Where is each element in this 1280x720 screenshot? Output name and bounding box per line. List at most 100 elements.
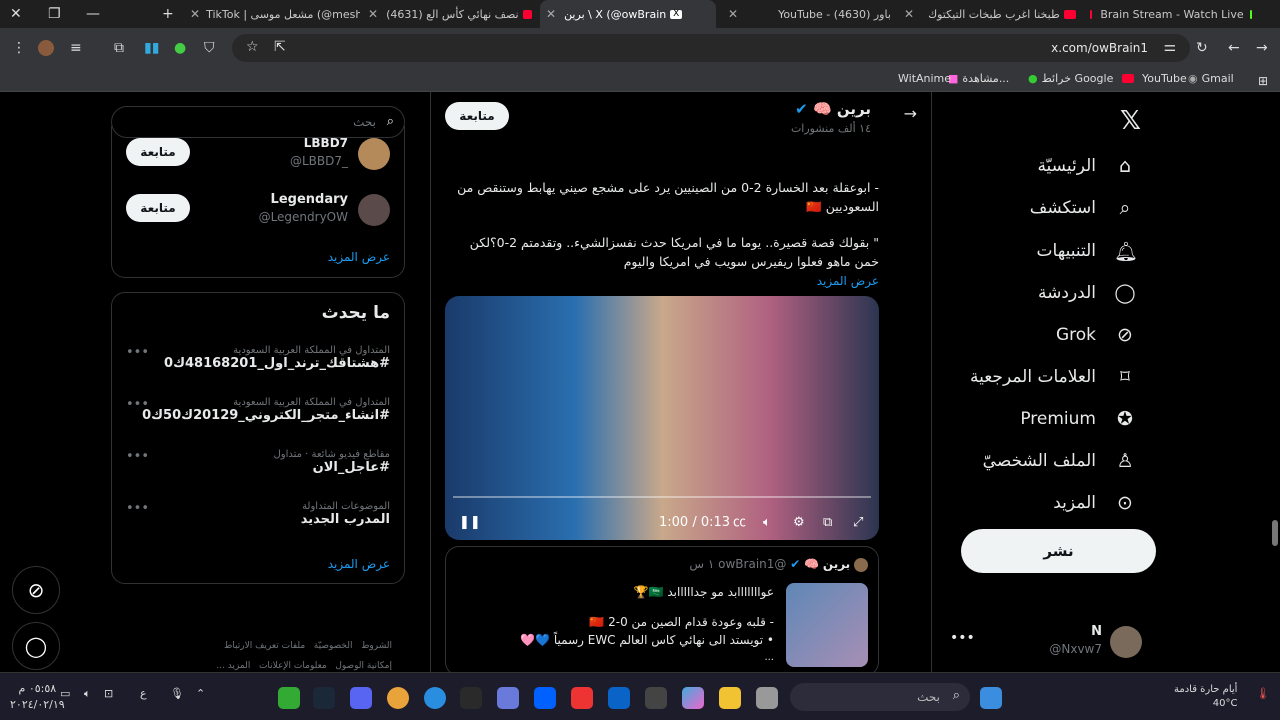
network-icon[interactable]: ⊡ — [104, 687, 113, 700]
tab-youtube-3[interactable]: ✕ طبخنا اغرب طبخات التيكتوك — [904, 0, 1084, 28]
menu-dots-icon[interactable]: ⋮ — [12, 38, 26, 58]
more-dots-icon[interactable]: ••• — [950, 630, 975, 646]
follow-button[interactable]: متابعة — [445, 102, 509, 130]
nav-bookmarks[interactable]: العلامات المرجعية ⌑ — [970, 362, 1136, 392]
scrollbar[interactable] — [1272, 100, 1278, 670]
profile-avatar-icon[interactable] — [38, 40, 54, 56]
show-more-link[interactable]: عرض المزيد — [817, 274, 879, 288]
captions-icon[interactable]: ㏄ — [733, 511, 746, 530]
restore-window-icon[interactable]: ❐ — [48, 4, 61, 24]
volume-icon[interactable]: 🔈︎ — [763, 515, 771, 530]
back-icon[interactable]: ← — [1228, 38, 1240, 58]
tab-close-icon[interactable]: ✕ — [546, 7, 556, 21]
tab-close-icon[interactable]: ✕ — [904, 7, 914, 21]
more-dots-icon[interactable]: ••• — [126, 397, 149, 412]
extension-icon[interactable]: ▮▮ — [144, 38, 159, 58]
apps-grid-icon[interactable]: ⊞ — [1258, 71, 1268, 91]
nav-notifications[interactable]: التنبيهات 🔔︎ — [1037, 236, 1139, 266]
quoted-tweet[interactable]: برين 🧠 ✔ @owBrain1 ١ س عوااااااابد مو جد… — [445, 546, 879, 672]
nav-profile[interactable]: الملف الشخصيّ ♙ — [983, 446, 1136, 476]
edge-icon[interactable] — [424, 687, 446, 709]
file-explorer-icon[interactable] — [719, 687, 741, 709]
forward-icon[interactable]: → — [1256, 38, 1268, 58]
tab-close-icon[interactable]: ✕ — [728, 7, 738, 21]
more-dots-icon[interactable]: ••• — [126, 345, 149, 360]
app-icon[interactable] — [497, 687, 519, 709]
chevron-up-icon[interactable]: ⌃ — [196, 687, 205, 700]
video-player[interactable]: ❚❚ 1:00 / 0:13 ㏄ 🔈︎ ⚙ ⧉ ⤢ — [445, 296, 879, 540]
tab-x-brain[interactable]: ✕ برين \ X (@owBrain X — [540, 0, 716, 28]
bookmark-google-maps[interactable]: ● خرائط Google — [1028, 72, 1113, 85]
xbox-app-icon[interactable] — [278, 687, 300, 709]
epic-games-icon[interactable] — [460, 687, 482, 709]
reload-icon[interactable]: ↻ — [1196, 38, 1208, 58]
language-indicator[interactable]: ع — [140, 687, 147, 700]
steam-icon[interactable] — [313, 687, 335, 709]
messages-button[interactable]: ◯ — [12, 622, 60, 670]
volume-icon[interactable]: 🔈︎ — [84, 687, 91, 701]
follow-button[interactable]: متابعة — [126, 194, 190, 222]
grok-button[interactable]: ⊘ — [12, 566, 60, 614]
chrome-icon[interactable] — [387, 687, 409, 709]
pause-icon[interactable]: ❚❚ — [459, 515, 481, 530]
outlook-icon[interactable] — [608, 687, 630, 709]
bookmark-watch[interactable]: ■ مشاهدة... — [948, 72, 1009, 85]
trend-item[interactable]: الموضوعات المتداولة المدرب الجديد — [126, 501, 390, 527]
media-controls-icon[interactable]: ≡ — [70, 38, 82, 58]
more-dots-icon[interactable]: ••• — [126, 449, 149, 464]
settings-gear-icon[interactable]: ⚙ — [793, 515, 805, 530]
battery-icon[interactable]: ▭ — [60, 687, 70, 700]
nav-chat[interactable]: الدردشة ◯ — [1038, 278, 1136, 308]
store-icon[interactable] — [645, 687, 667, 709]
windows-start-icon[interactable] — [980, 687, 1002, 709]
extensions-icon[interactable]: ⧉ — [114, 38, 124, 58]
task-view-icon[interactable] — [756, 687, 778, 709]
follow-suggestion[interactable]: متابعة Legendary @LegendryOW — [112, 192, 404, 232]
new-tab-icon[interactable]: + — [162, 4, 174, 24]
minimize-window-icon[interactable]: — — [86, 4, 100, 24]
copilot-icon[interactable] — [682, 687, 704, 709]
bookmark-witanime[interactable]: WitAnime — [898, 72, 951, 85]
x-logo-icon[interactable]: 𝕏 — [1120, 106, 1141, 136]
show-more-link[interactable]: عرض المزيد — [328, 250, 390, 264]
close-window-icon[interactable]: ✕ — [10, 4, 22, 24]
trend-item[interactable]: مقاطع فيديو شائعة · متداول #عاجل_الان — [126, 449, 390, 475]
dropbox-icon[interactable] — [534, 687, 556, 709]
show-more-link[interactable]: عرض المزيد — [328, 557, 390, 571]
account-switcher[interactable]: ••• N @Nxvw7 — [946, 620, 1150, 664]
extension-green-icon[interactable]: ● — [174, 38, 186, 58]
bookmark-youtube[interactable]: YouTube — [1118, 72, 1187, 85]
clock[interactable]: ٠٥:٥٨ م ٢٠٢٤/٠٢/١٩ — [10, 681, 65, 713]
microphone-icon[interactable]: 🎙︎ — [170, 687, 184, 700]
install-app-icon[interactable]: ⇱ — [274, 37, 286, 57]
follow-button[interactable]: متابعة — [126, 138, 190, 166]
follow-suggestion[interactable]: متابعة LBBD7 @LBBD7_ — [112, 136, 404, 176]
bookmark-star-icon[interactable]: ☆ — [246, 37, 259, 57]
site-settings-icon[interactable]: ⚌ — [1163, 37, 1176, 57]
tab-kick[interactable]: Brain Stream - Watch Live — [1086, 0, 1256, 28]
taskbar-search[interactable]: ⌕ بحث — [790, 683, 970, 711]
tab-close-icon[interactable]: ✕ — [368, 7, 378, 21]
tab-tiktok[interactable]: ✕ TikTok | مشعل موسى (@meshal — [190, 0, 360, 28]
picture-in-picture-icon[interactable]: ⧉ — [823, 515, 832, 530]
shield-icon[interactable]: ⛉ — [204, 38, 215, 58]
fullscreen-icon[interactable]: ⤢ — [853, 515, 863, 530]
video-progress-bar[interactable] — [453, 496, 871, 498]
address-bar[interactable]: ☆ ⇱ x.com/owBrain1 ⚌ — [232, 34, 1190, 62]
trend-item[interactable]: المتداول في المملكة العربية السعودية #ان… — [126, 397, 390, 423]
more-dots-icon[interactable]: ••• — [126, 501, 149, 516]
scrollbar-thumb[interactable] — [1272, 520, 1278, 546]
back-arrow-icon[interactable]: → — [904, 104, 917, 123]
nav-home[interactable]: الرئيسيّة ⌂ — [1037, 151, 1136, 181]
tab-close-icon[interactable]: ✕ — [190, 7, 200, 21]
nav-explore[interactable]: استكشف ⌕ — [1030, 193, 1136, 223]
weather-widget[interactable]: أيام حارة قادمة 40°C — [1174, 683, 1237, 711]
post-button[interactable]: نشر — [961, 529, 1156, 573]
tab-youtube-1[interactable]: ✕ (4631) نصف نهائي كأس الع — [368, 0, 536, 28]
discord-icon[interactable] — [350, 687, 372, 709]
nav-more[interactable]: المزيد ⊙ — [1053, 488, 1136, 518]
tab-youtube-2[interactable]: ✕ YouTube - باور (4630) — [726, 0, 896, 28]
game-app-icon[interactable] — [571, 687, 593, 709]
nav-grok[interactable]: Grok ⊘ — [1056, 320, 1136, 350]
bookmark-gmail[interactable]: ◉ Gmail — [1188, 72, 1234, 85]
